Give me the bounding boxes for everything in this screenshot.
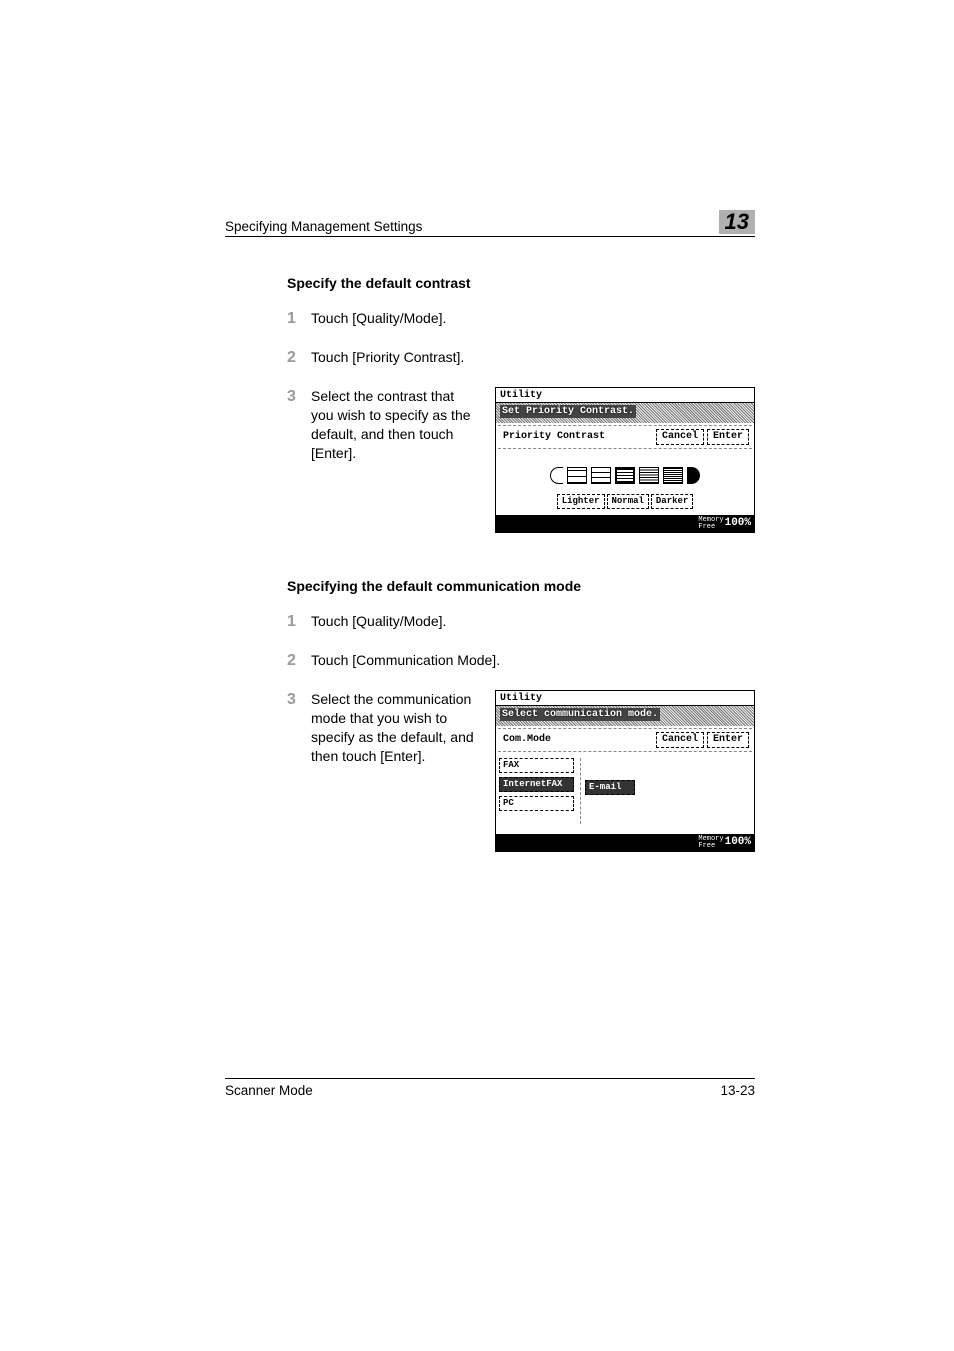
lcd-priority-contrast: Utility Set Priority Contrast. Priority … bbox=[495, 387, 755, 533]
section-heading-comm-mode: Specifying the default communication mod… bbox=[287, 578, 755, 594]
step-text: Select the contrast that you wish to spe… bbox=[311, 387, 477, 463]
lcd-footer: MemoryFree100% bbox=[496, 515, 754, 532]
step-3b-with-figure: 3 Select the communication mode that you… bbox=[287, 690, 755, 852]
cancel-button[interactable]: Cancel bbox=[656, 732, 704, 748]
step-1b: 1 Touch [Quality/Mode]. bbox=[287, 612, 755, 631]
lcd-row-label: Com.Mode bbox=[503, 735, 551, 745]
header-title: Specifying Management Settings bbox=[225, 219, 422, 234]
step-3-with-figure: 3 Select the contrast that you wish to s… bbox=[287, 387, 755, 533]
page-footer: Scanner Mode 13-23 bbox=[225, 1078, 755, 1098]
step-number: 3 bbox=[287, 387, 311, 406]
contrast-level-3-selected[interactable] bbox=[615, 467, 635, 484]
darker-icon bbox=[687, 467, 700, 484]
contrast-level-4[interactable] bbox=[639, 467, 659, 484]
lcd-communication-mode: Utility Select communication mode. Com.M… bbox=[495, 690, 755, 852]
lighter-icon bbox=[550, 467, 563, 484]
step-number: 2 bbox=[287, 651, 311, 670]
lcd-body: FAX InternetFAX PC E-mail bbox=[496, 752, 754, 834]
lcd-title: Utility bbox=[496, 691, 754, 706]
step-number: 3 bbox=[287, 690, 311, 709]
step-number: 1 bbox=[287, 612, 311, 631]
memory-free-percent: 100% bbox=[725, 517, 751, 529]
mode-fax-button[interactable]: FAX bbox=[499, 758, 574, 773]
lcd-footer: MemoryFree100% bbox=[496, 834, 754, 851]
contrast-scale bbox=[500, 467, 750, 484]
page-header: Specifying Management Settings 13 bbox=[225, 210, 755, 237]
contrast-scale-labels: Lighter Normal Darker bbox=[500, 494, 750, 509]
enter-button[interactable]: Enter bbox=[707, 732, 749, 748]
contrast-level-5[interactable] bbox=[663, 467, 683, 484]
lcd-body: Lighter Normal Darker bbox=[496, 449, 754, 515]
normal-button[interactable]: Normal bbox=[607, 494, 649, 509]
mode-internetfax-button-selected[interactable]: InternetFAX bbox=[499, 777, 574, 792]
lcd-title: Utility bbox=[496, 388, 754, 403]
step-number: 1 bbox=[287, 309, 311, 328]
mode-email-button-selected[interactable]: E-mail bbox=[585, 780, 635, 795]
darker-button[interactable]: Darker bbox=[651, 494, 693, 509]
enter-button[interactable]: Enter bbox=[707, 429, 749, 445]
contrast-level-2[interactable] bbox=[591, 467, 611, 484]
page-content: Specifying Management Settings 13 Specif… bbox=[225, 210, 755, 897]
step-2: 2 Touch [Priority Contrast]. bbox=[287, 348, 755, 367]
step-2b: 2 Touch [Communication Mode]. bbox=[287, 651, 755, 670]
contrast-level-1[interactable] bbox=[567, 467, 587, 484]
lcd-row-label: Priority Contrast bbox=[503, 432, 605, 442]
step-1: 1 Touch [Quality/Mode]. bbox=[287, 309, 755, 328]
step-text: Touch [Communication Mode]. bbox=[311, 651, 500, 670]
mode-pc-button[interactable]: PC bbox=[499, 796, 574, 811]
lcd-header-row: Priority Contrast Cancel Enter bbox=[498, 425, 752, 449]
lcd-header-row: Com.Mode Cancel Enter bbox=[498, 728, 752, 752]
footer-left: Scanner Mode bbox=[225, 1083, 313, 1098]
step-text: Touch [Quality/Mode]. bbox=[311, 612, 446, 631]
cancel-button[interactable]: Cancel bbox=[656, 429, 704, 445]
footer-page-number: 13-23 bbox=[720, 1083, 755, 1098]
chapter-number-badge: 13 bbox=[719, 210, 755, 234]
step-text: Select the communication mode that you w… bbox=[311, 690, 477, 766]
section-heading-contrast: Specify the default contrast bbox=[287, 275, 755, 291]
lcd-banner: Set Priority Contrast. bbox=[496, 403, 754, 423]
lighter-button[interactable]: Lighter bbox=[557, 494, 605, 509]
lcd-banner: Select communication mode. bbox=[496, 706, 754, 726]
memory-free-percent: 100% bbox=[725, 836, 751, 848]
step-text: Touch [Priority Contrast]. bbox=[311, 348, 464, 367]
step-number: 2 bbox=[287, 348, 311, 367]
step-text: Touch [Quality/Mode]. bbox=[311, 309, 446, 328]
